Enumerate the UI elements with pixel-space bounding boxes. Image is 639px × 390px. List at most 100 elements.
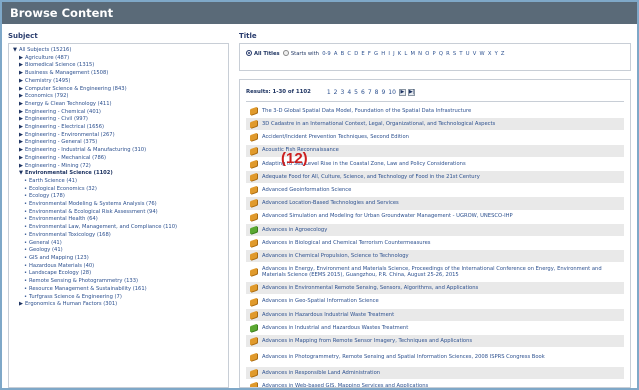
result-title-link[interactable]: Advances in Responsible Land Administrat… [260, 369, 382, 377]
subject-item[interactable]: • Turfgrass Science & Engineering (7) [13, 294, 224, 302]
letter-link[interactable]: M [410, 51, 414, 57]
subject-item[interactable]: • Environmental Health (64) [13, 216, 224, 224]
result-title-link[interactable]: The 3-D Global Spatial Data Model, Found… [260, 107, 473, 115]
result-title-link[interactable]: Advances in Web-based GIS, Mapping Servi… [260, 382, 430, 387]
letter-link[interactable]: W [479, 51, 484, 57]
letter-link[interactable]: X [488, 51, 492, 57]
result-title-link[interactable]: Advanced Simulation and Modeling for Urb… [260, 212, 515, 220]
letter-link[interactable]: C [347, 51, 351, 57]
result-row: Advances in Agroecology [246, 223, 624, 237]
letter-link[interactable]: Q [439, 51, 443, 57]
letter-link[interactable]: A [334, 51, 338, 57]
starts-with-radio[interactable] [282, 50, 289, 56]
subject-item[interactable]: • Remote Sensing & Photogrammetry (133) [13, 278, 224, 286]
page-link[interactable]: 3 [341, 89, 345, 96]
subject-item[interactable]: ▶ Agriculture (487) [13, 55, 224, 63]
letter-link[interactable]: G [374, 51, 378, 57]
page-link[interactable]: 6 [361, 89, 365, 96]
subject-item[interactable]: ▶ Computer Science & Engineering (843) [13, 86, 224, 94]
result-title-link[interactable]: Advanced Location-Based Technologies and… [260, 199, 401, 207]
subject-item[interactable]: ▶ Engineering - Chemical (401) [13, 109, 224, 117]
letter-link[interactable]: N [418, 51, 422, 57]
result-title-link[interactable]: Advances in Agroecology [260, 226, 329, 234]
subject-item[interactable]: • Ecological Economics (32) [13, 186, 224, 194]
result-title-link[interactable]: Advances in Photogrammetry, Remote Sensi… [260, 353, 547, 361]
subject-item[interactable]: ▼ All Subjects (15216) [13, 47, 224, 55]
subject-item[interactable]: ▶ Economics (792) [13, 93, 224, 101]
result-title-link[interactable]: Advances in Hazardous Industrial Waste T… [260, 311, 396, 319]
subject-item[interactable]: • Environmental Modeling & Systems Analys… [13, 201, 224, 209]
subject-item[interactable]: • GIS and Mapping (123) [13, 255, 224, 263]
subject-item[interactable]: • Geology (41) [13, 247, 224, 255]
subject-item[interactable]: ▶ Engineering - Mechanical (786) [13, 155, 224, 163]
letter-link[interactable]: K [398, 51, 401, 57]
subject-item[interactable]: • Landscape Ecology (28) [13, 270, 224, 278]
book-cover-icon [249, 284, 257, 293]
subject-item[interactable]: ▶ Chemistry (1495) [13, 78, 224, 86]
result-title-link[interactable]: Accident/Incident Prevention Techniques,… [260, 133, 411, 141]
subject-item[interactable]: • General (41) [13, 240, 224, 248]
letter-link[interactable]: O [425, 51, 429, 57]
book-cover-icon [249, 159, 257, 169]
subject-item[interactable]: • Earth Science (41) [13, 178, 224, 186]
result-row: Advanced Geoinformation Science [246, 184, 624, 198]
page-link[interactable]: 10 [388, 89, 396, 96]
result-title-link[interactable]: Advances in Environmental Remote Sensing… [260, 284, 480, 292]
last-page-button[interactable]: ▶| [407, 88, 415, 96]
subject-item[interactable]: • Resource Management & Sustainability (1… [13, 286, 224, 294]
page-link[interactable]: 9 [381, 89, 385, 96]
result-title-link[interactable]: Advances in Industrial and Hazardous Was… [260, 324, 410, 332]
book-cover-icon [249, 172, 257, 182]
letter-link[interactable]: I [388, 51, 390, 57]
page-link[interactable]: 7 [368, 89, 372, 96]
page-link[interactable]: 4 [347, 89, 351, 96]
subject-item[interactable]: • Environmental Law, Management, and Comp… [13, 224, 224, 232]
subject-item[interactable]: ▶ Engineering - General (375) [13, 139, 224, 147]
letter-link[interactable]: L [404, 51, 407, 57]
result-title-link[interactable]: Advances in Geo-Spatial Information Scie… [260, 297, 381, 305]
page-link[interactable]: 5 [354, 89, 358, 96]
page-link[interactable]: 1 [327, 89, 331, 96]
next-page-button[interactable]: ▶ [398, 88, 406, 96]
subject-item[interactable]: ▶ Energy & Clean Technology (411) [13, 101, 224, 109]
letter-link[interactable]: P [432, 51, 435, 57]
subject-item[interactable]: • Environmental & Ecological Risk Assessm… [13, 209, 224, 217]
letter-link[interactable]: R [446, 51, 450, 57]
letter-link[interactable]: E [361, 51, 364, 57]
letter-link[interactable]: T [459, 51, 462, 57]
subject-item[interactable]: • Ecology (178) [13, 193, 224, 201]
subject-item[interactable]: ▶ Engineering - Mining (72) [13, 163, 224, 171]
letter-link[interactable]: U [466, 51, 470, 57]
letter-link[interactable]: F [368, 51, 371, 57]
subject-item[interactable]: ▶ Business & Management (1508) [13, 70, 224, 78]
letter-link[interactable]: S [453, 51, 456, 57]
subject-item[interactable]: • Environmental Toxicology (168) [13, 232, 224, 240]
subject-item[interactable]: ▼ Environmental Science (1102) [13, 170, 224, 178]
subject-item[interactable]: ▶ Ergonomics & Human Factors (301) [13, 301, 224, 309]
letter-link[interactable]: Z [501, 51, 505, 57]
subject-item[interactable]: • Hazardous Materials (40) [13, 263, 224, 271]
book-icon [246, 225, 260, 235]
result-title-link[interactable]: 3D Cadastre in an International Context,… [260, 120, 497, 128]
result-title-link[interactable]: Advances in Mapping from Remote Sensor I… [260, 337, 474, 345]
all-titles-radio[interactable] [246, 50, 252, 56]
letter-link[interactable]: B [341, 51, 345, 57]
letter-link[interactable]: 0-9 [322, 51, 330, 57]
letter-link[interactable]: V [473, 51, 477, 57]
letter-link[interactable]: J [393, 51, 395, 57]
result-title-link[interactable]: Advanced Geoinformation Science [260, 186, 353, 194]
subject-item[interactable]: ▶ Engineering - Environmental (267) [13, 132, 224, 140]
page-link[interactable]: 8 [375, 89, 379, 96]
result-title-link[interactable]: Advances in Biological and Chemical Terr… [260, 239, 432, 247]
letter-link[interactable]: D [354, 51, 358, 57]
subject-item[interactable]: ▶ Biomedical Science (1315) [13, 62, 224, 70]
result-title-link[interactable]: Advances in Chemical Propulsion, Science… [260, 252, 411, 260]
subject-item[interactable]: ▶ Engineering - Electrical (1656) [13, 124, 224, 132]
subject-item[interactable]: ▶ Engineering - Civil (997) [13, 116, 224, 124]
result-title-link[interactable]: Adequate Food for All, Culture, Science,… [260, 173, 482, 181]
letter-link[interactable]: H [381, 51, 385, 57]
result-title-link[interactable]: Advances in Energy, Environment and Mate… [260, 265, 624, 280]
subject-item[interactable]: ▶ Engineering - Industrial & Manufacturin… [13, 147, 224, 155]
page-link[interactable]: 2 [334, 89, 338, 96]
letter-link[interactable]: Y [495, 51, 498, 57]
